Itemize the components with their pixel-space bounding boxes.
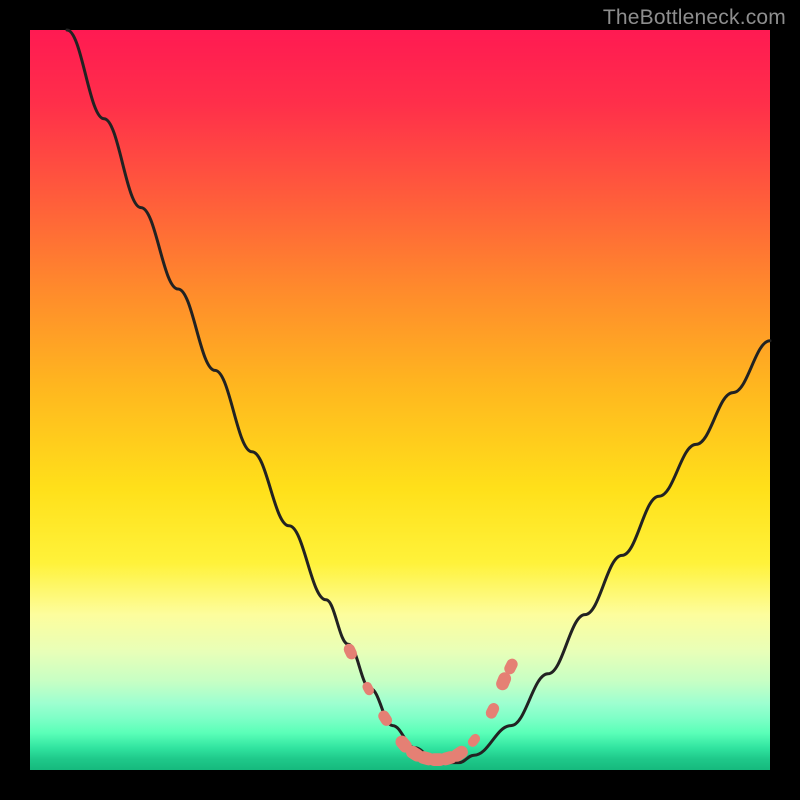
chart-svg: [30, 30, 770, 770]
chart-frame: TheBottleneck.com: [0, 0, 800, 800]
curve-marker: [361, 680, 376, 697]
attribution-text: TheBottleneck.com: [603, 6, 786, 30]
bottleneck-curve: [67, 30, 770, 763]
plot-area: [30, 30, 770, 770]
curve-layer: [67, 30, 770, 763]
curve-marker: [466, 732, 482, 749]
curve-marker: [484, 701, 501, 720]
marker-layer: [342, 642, 520, 767]
